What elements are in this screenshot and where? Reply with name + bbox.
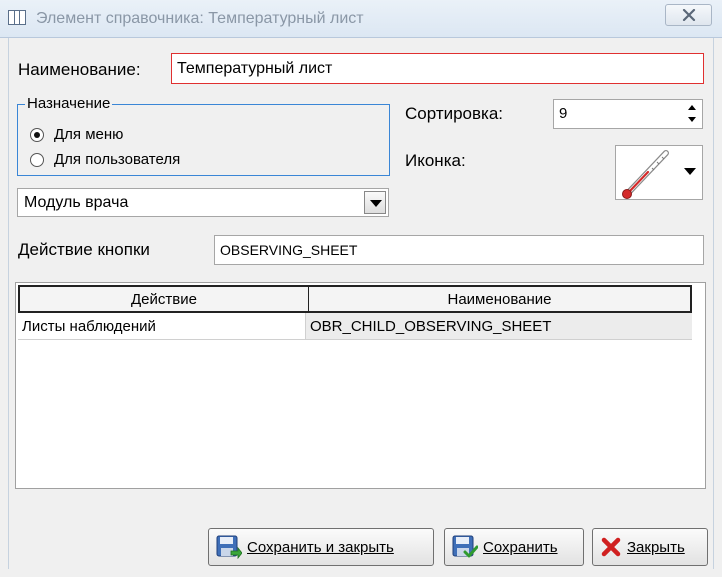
radio-label: Для пользователя	[54, 151, 181, 168]
icon-picker[interactable]	[615, 145, 703, 200]
save-and-close-label: Сохранить и закрыть	[247, 538, 394, 556]
close-button[interactable]: Закрыть	[592, 528, 708, 566]
close-label: Закрыть	[627, 538, 685, 556]
sort-stepper[interactable]: 9	[553, 99, 703, 129]
chevron-down-icon[interactable]	[684, 168, 696, 175]
table-header: Действие Наименование	[18, 285, 692, 313]
title-bar: Элемент справочника: Температурный лист	[0, 0, 722, 38]
save-and-close-button[interactable]: Сохранить и закрыть	[208, 528, 434, 566]
sort-value[interactable]: 9	[559, 105, 567, 122]
action-input[interactable]: OBSERVING_SHEET	[214, 235, 704, 265]
thermometer-icon	[622, 150, 669, 199]
table-cell[interactable]: OBR_CHILD_OBSERVING_SHEET	[306, 313, 692, 339]
save-button[interactable]: Сохранить	[444, 528, 584, 566]
purpose-legend: Назначение	[25, 95, 113, 112]
module-select-value: Модуль врача	[24, 193, 129, 211]
window-close-button[interactable]	[665, 4, 712, 26]
radio-label: Для меню	[54, 126, 124, 143]
module-select[interactable]: Модуль врача	[17, 188, 389, 217]
close-icon	[601, 537, 621, 557]
action-label: Действие кнопки	[18, 240, 150, 259]
save-label: Сохранить	[483, 538, 558, 556]
radio-for-user[interactable]: Для пользователя	[30, 151, 180, 168]
save-close-icon	[216, 535, 242, 559]
actions-table: Действие Наименование Листы наблюдений O…	[15, 282, 706, 489]
sort-label: Сортировка:	[405, 104, 504, 123]
purpose-groupbox: Назначение Для меню Для пользователя	[17, 95, 390, 176]
close-icon	[682, 9, 696, 21]
icon-label: Иконка:	[405, 151, 466, 170]
spin-down-icon[interactable]	[684, 114, 700, 127]
table-icon	[8, 10, 26, 25]
table-row[interactable]: Листы наблюдений OBR_CHILD_OBSERVING_SHE…	[18, 313, 692, 340]
spin-up-icon[interactable]	[684, 101, 700, 114]
table-cell[interactable]: Листы наблюдений	[18, 313, 306, 339]
save-icon	[452, 535, 478, 558]
window-title: Элемент справочника: Температурный лист	[36, 10, 364, 27]
name-input[interactable]: Температурный лист	[171, 53, 704, 84]
radio-for-menu[interactable]: Для меню	[30, 126, 123, 143]
chevron-down-icon[interactable]	[364, 191, 386, 214]
radio-button[interactable]	[30, 152, 44, 167]
column-header-action[interactable]: Действие	[20, 287, 308, 311]
radio-button-checked[interactable]	[30, 127, 44, 142]
name-label: Наименование:	[18, 60, 141, 79]
column-header-name[interactable]: Наименование	[308, 287, 690, 311]
